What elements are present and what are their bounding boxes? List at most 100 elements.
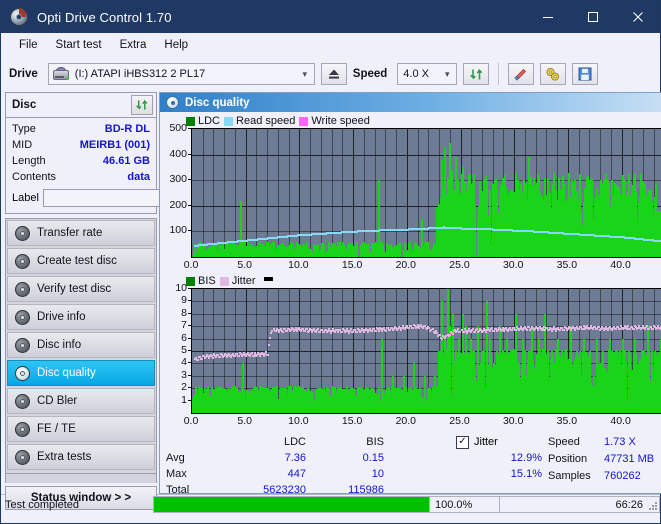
sidebar-item-disc-info[interactable]: Disc info [7, 332, 155, 358]
y-axis-tick: 300 [169, 173, 187, 186]
row-label-max: Max [166, 468, 187, 480]
y-axis-tick: 200 [169, 198, 187, 211]
scan-speed-row: Speed 1.73 X [548, 434, 661, 451]
legend-swatch-bis [186, 276, 195, 286]
app-disc-icon [9, 7, 29, 27]
maximize-icon[interactable] [570, 1, 615, 33]
sidebar-item-label: Transfer rate [37, 227, 103, 239]
bis-chart-legend: BIS Jitter [162, 274, 661, 288]
y-axis-tick: 5 [181, 344, 187, 356]
table-row: Max 447 10 [166, 466, 456, 482]
legend-label-jitter: Jitter [231, 275, 256, 287]
app-window: Opti Drive Control 1.70 File Start test … [0, 0, 661, 524]
disc-panel-title: Disc [12, 99, 37, 111]
disc-tools-icon [546, 67, 560, 81]
x-axis-tick: 0.0 [183, 259, 199, 271]
status-bar: Test completed 100.0% 66:26 [1, 494, 660, 514]
eject-button[interactable] [320, 63, 347, 85]
sidebar-item-transfer-rate[interactable]: Transfer rate [7, 220, 155, 246]
erase-button[interactable] [508, 63, 535, 85]
disc-quality-panel: Disc quality LDC Read speed Write speed … [159, 92, 661, 496]
scan-info-column: Speed 1.73 X Position 47731 MB Samples 7… [548, 434, 661, 501]
refresh-button[interactable] [463, 63, 490, 85]
jitter-toggle[interactable]: ✓ Jitter [456, 434, 548, 450]
resize-grip-icon[interactable] [647, 500, 657, 510]
speed-select[interactable]: 4.0 X ▾ [397, 63, 458, 85]
max-jitter-value: 15.1% [510, 468, 542, 480]
x-axis-tick: 20.0 [395, 415, 417, 427]
sidebar-item-label: Drive info [37, 311, 86, 323]
sidebar-item-create-test-disc[interactable]: Create test disc [7, 248, 155, 274]
sidebar-item-cd-bler[interactable]: CD Bler [7, 388, 155, 414]
legend-item-jitter: Jitter [219, 275, 256, 287]
y-axis-tick: 9 [181, 294, 187, 307]
drive-label: Drive [9, 68, 38, 80]
toolbar-separator [498, 63, 500, 85]
disc-tools-button[interactable] [540, 63, 567, 85]
disc-contents-label: Contents [12, 171, 57, 183]
save-button[interactable] [572, 63, 599, 85]
page-title: Disc quality [185, 96, 250, 109]
sidebar-item-verify-test-disc[interactable]: Verify test disc [7, 276, 155, 302]
x-axis-tick: 40.0 [610, 415, 631, 427]
menu-start-test[interactable]: Start test [47, 36, 111, 54]
y-axis-tick: 4 [181, 356, 187, 369]
y-axis-tick: 500 [169, 122, 187, 134]
menu-help[interactable]: Help [155, 36, 197, 54]
disc-row-mid: MID MEIRB1 (001) [12, 137, 150, 153]
sidebar-item-drive-info[interactable]: Drive info [7, 304, 155, 330]
main-panel: Disc quality LDC Read speed Write speed … [159, 92, 661, 496]
minimize-icon[interactable] [525, 1, 570, 33]
save-icon [578, 67, 592, 81]
scan-speed-label: Speed [548, 436, 580, 448]
refresh-icon [470, 68, 483, 79]
disc-panel-header: Disc [6, 93, 156, 118]
results-table: LDC BIS Avg 7.36 0.15 Max 447 10 Total 5… [166, 434, 456, 501]
close-icon[interactable] [615, 1, 660, 33]
chevron-down-icon: ▾ [445, 68, 450, 79]
col-header-ldc: LDC [283, 436, 306, 448]
menu-file[interactable]: File [10, 36, 47, 54]
y-axis-tick: 2 [181, 381, 187, 394]
menu-extra[interactable]: Extra [111, 36, 156, 54]
progress-fill [154, 497, 429, 512]
x-axis-tick: 25.0 [449, 259, 470, 271]
progress-percent: 100.0% [430, 496, 500, 513]
ldc-chart-legend: LDC Read speed Write speed [162, 114, 661, 128]
sidebar-item-extra-tests[interactable]: Extra tests [7, 444, 155, 470]
disc-mid-value: MEIRB1 (001) [79, 139, 150, 151]
drive-select[interactable]: (I:) ATAPI iHBS312 2 PL17 ▾ [47, 63, 315, 85]
menu-bar: File Start test Extra Help [1, 33, 660, 56]
position-row: Position 47731 MB [548, 451, 661, 468]
disc-refresh-button[interactable] [131, 95, 153, 115]
jitter-column: ✓ Jitter 12.9% 15.1% [456, 434, 548, 501]
x-axis-tick: 10.0 [288, 259, 309, 271]
avg-jitter-value: 12.9% [510, 452, 542, 464]
disc-mid-label: MID [12, 139, 33, 151]
max-bis-value: 10 [371, 468, 384, 480]
panel-header: Disc quality [160, 93, 661, 112]
position-label: Position [548, 453, 588, 465]
legend-label-ldc: LDC [198, 115, 221, 127]
bis-plot [191, 288, 661, 414]
table-header-row: LDC BIS [166, 434, 456, 450]
jitter-checkbox[interactable]: ✓ [456, 435, 469, 449]
eraser-icon [514, 68, 526, 81]
sidebar-item-disc-quality[interactable]: Disc quality [7, 360, 155, 386]
sidebar-item-fe-te[interactable]: FE / TE [7, 416, 155, 442]
x-axis-tick: 30.0 [502, 259, 524, 271]
legend-label-write-speed: Write speed [311, 115, 370, 127]
speed-label: Speed [352, 68, 388, 80]
ldc-plot-area: 1002003004005002 X4 X6 X8 X10 X12 X14 X1… [162, 122, 661, 274]
status-message: Test completed [5, 498, 79, 511]
results-panel: LDC BIS Avg 7.36 0.15 Max 447 10 Total 5… [160, 430, 661, 503]
ldc-plot [191, 128, 661, 258]
disc-length-value: 46.61 GB [102, 155, 150, 167]
disc-icon [15, 449, 30, 465]
legend-swatch-write-speed [299, 116, 309, 126]
col-header-bis: BIS [366, 436, 384, 448]
disc-icon [15, 421, 30, 437]
row-label-avg: Avg [166, 452, 185, 464]
x-axis-tick: 35.0 [556, 259, 578, 271]
y-axis-tick: 6 [181, 331, 187, 344]
